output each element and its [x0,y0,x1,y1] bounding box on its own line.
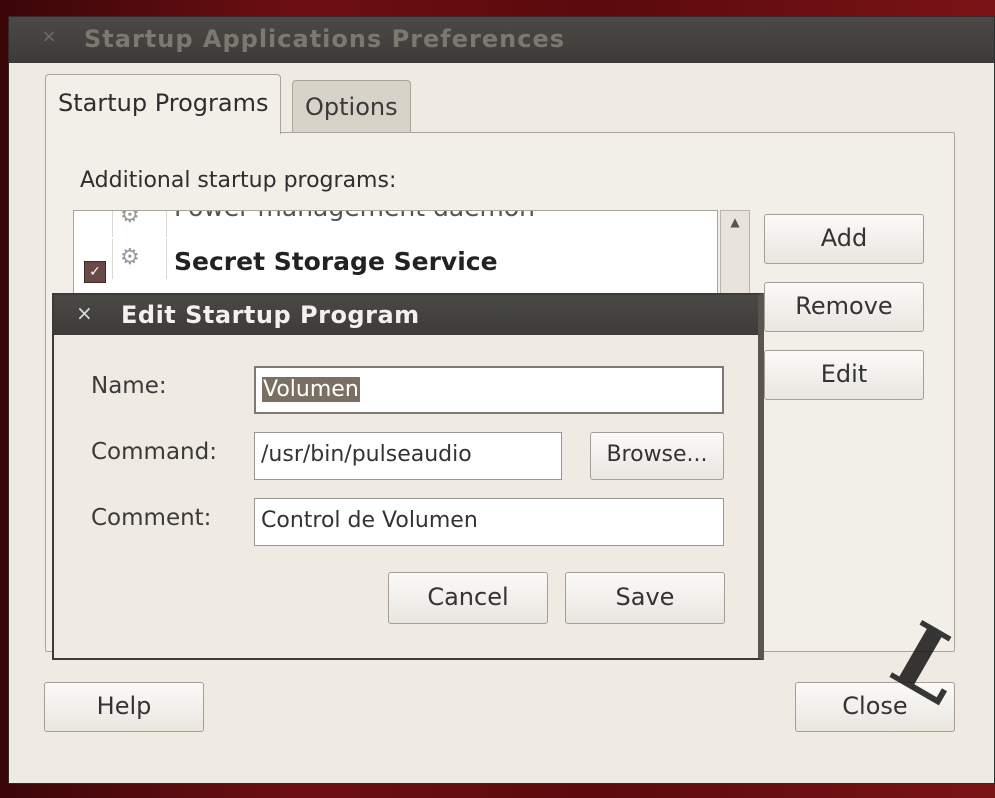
list-item-label: Secret Storage Service [174,247,498,276]
name-label: Name: [91,373,167,399]
checkbox-column: ✓ [74,239,113,283]
add-button[interactable]: Add [764,214,924,264]
dialog-titlebar[interactable]: × Edit Startup Program [54,295,758,335]
enabled-checkbox[interactable]: ✓ [84,261,106,283]
remove-button[interactable]: Remove [764,282,924,332]
gear-icon: ⚙ [120,210,140,228]
section-label: Additional startup programs: [80,168,397,193]
dialog-title: Edit Startup Program [121,301,420,329]
scroll-up-icon[interactable]: ▲ [721,215,749,229]
browse-button[interactable]: Browse... [590,432,724,480]
window-close-icon[interactable]: × [39,27,59,47]
edit-button[interactable]: Edit [764,350,924,400]
command-field[interactable]: /usr/bin/pulseaudio [254,432,562,480]
icon-column: ⚙ [114,239,167,279]
comment-label: Comment: [91,505,212,531]
close-button[interactable]: Close [795,682,955,732]
edit-startup-program-dialog: × Edit Startup Program Name: Volumen Com… [52,293,764,660]
tab-options[interactable]: Options [292,80,411,132]
dialog-close-icon[interactable]: × [76,301,93,325]
window-title: Startup Applications Preferences [84,25,566,53]
list-item-label: Power management daemon [174,211,535,222]
save-button[interactable]: Save [565,572,725,624]
command-label: Command: [91,439,217,465]
list-item[interactable]: ⚙ Power management daemon [74,210,717,237]
checkbox-column [74,211,113,237]
name-field-value: Volumen [262,377,360,402]
help-button[interactable]: Help [44,682,204,732]
icon-column: ⚙ [114,210,167,237]
cancel-button[interactable]: Cancel [388,572,548,624]
window-titlebar[interactable]: × Startup Applications Preferences [9,17,994,63]
list-item[interactable]: ✓ ⚙ Secret Storage Service [74,239,717,283]
comment-field[interactable]: Control de Volumen [254,498,724,546]
tab-startup-programs[interactable]: Startup Programs [45,74,282,134]
gear-icon: ⚙ [120,245,140,270]
name-field[interactable]: Volumen [254,366,724,414]
